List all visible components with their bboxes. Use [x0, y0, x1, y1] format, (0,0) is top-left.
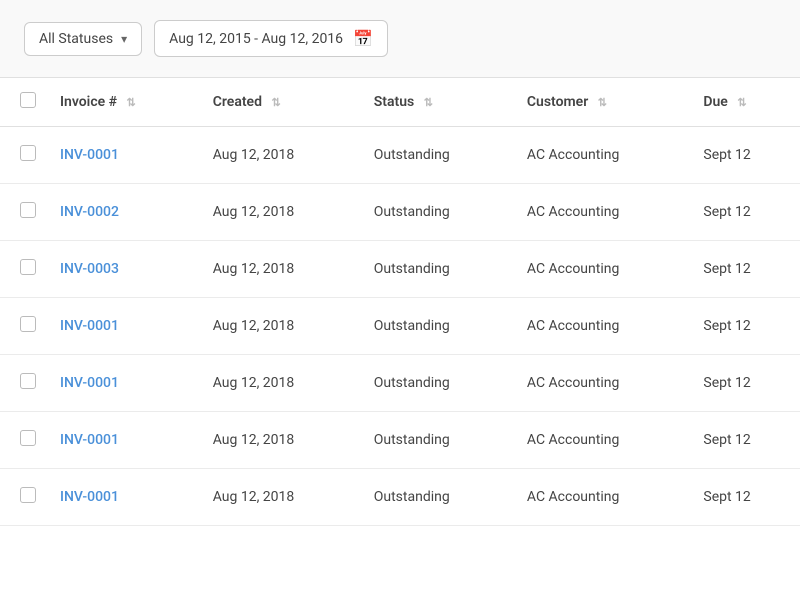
cell-status-2: Outstanding	[358, 241, 511, 298]
table-row: INV-0001 Aug 12, 2018 Outstanding AC Acc…	[0, 469, 800, 526]
sort-icon-invoice: ⇅	[126, 96, 135, 109]
chevron-down-icon: ▾	[121, 32, 127, 46]
cell-customer-3: AC Accounting	[511, 298, 687, 355]
invoices-table: Invoice # ⇅ Created ⇅ Status ⇅ Customer …	[0, 77, 800, 526]
row-checkbox-0[interactable]	[20, 145, 36, 161]
status-dropdown[interactable]: All Statuses ▾	[24, 22, 142, 56]
cell-due-0: Sept 12	[687, 127, 800, 184]
cell-created-5: Aug 12, 2018	[197, 412, 358, 469]
cell-invoice-5: INV-0001	[44, 412, 197, 469]
select-all-checkbox[interactable]	[20, 92, 36, 108]
date-range-label: Aug 12, 2015 - Aug 12, 2016	[169, 31, 343, 47]
row-checkbox-4[interactable]	[20, 373, 36, 389]
cell-customer-1: AC Accounting	[511, 184, 687, 241]
row-checkbox-cell-0	[0, 127, 44, 184]
row-checkbox-1[interactable]	[20, 202, 36, 218]
sort-icon-created: ⇅	[271, 96, 280, 109]
col-header-status[interactable]: Status ⇅	[358, 78, 511, 127]
cell-invoice-4: INV-0001	[44, 355, 197, 412]
row-checkbox-cell-1	[0, 184, 44, 241]
cell-created-4: Aug 12, 2018	[197, 355, 358, 412]
cell-status-6: Outstanding	[358, 469, 511, 526]
cell-due-4: Sept 12	[687, 355, 800, 412]
row-checkbox-cell-4	[0, 355, 44, 412]
sort-icon-status: ⇅	[424, 96, 433, 109]
invoice-link-6[interactable]: INV-0001	[60, 489, 119, 505]
cell-invoice-0: INV-0001	[44, 127, 197, 184]
col-header-due[interactable]: Due ⇅	[687, 78, 800, 127]
cell-status-5: Outstanding	[358, 412, 511, 469]
status-dropdown-label: All Statuses	[39, 31, 113, 47]
calendar-icon: 📅	[353, 29, 373, 48]
invoice-link-2[interactable]: INV-0003	[60, 261, 119, 277]
cell-due-1: Sept 12	[687, 184, 800, 241]
table-row: INV-0002 Aug 12, 2018 Outstanding AC Acc…	[0, 184, 800, 241]
invoice-link-1[interactable]: INV-0002	[60, 204, 119, 220]
cell-created-2: Aug 12, 2018	[197, 241, 358, 298]
cell-due-5: Sept 12	[687, 412, 800, 469]
cell-invoice-2: INV-0003	[44, 241, 197, 298]
col-header-invoice[interactable]: Invoice # ⇅	[44, 78, 197, 127]
cell-customer-2: AC Accounting	[511, 241, 687, 298]
cell-created-3: Aug 12, 2018	[197, 298, 358, 355]
cell-status-0: Outstanding	[358, 127, 511, 184]
col-header-customer[interactable]: Customer ⇅	[511, 78, 687, 127]
table-header-row: Invoice # ⇅ Created ⇅ Status ⇅ Customer …	[0, 78, 800, 127]
cell-status-4: Outstanding	[358, 355, 511, 412]
cell-invoice-1: INV-0002	[44, 184, 197, 241]
table-row: INV-0003 Aug 12, 2018 Outstanding AC Acc…	[0, 241, 800, 298]
row-checkbox-3[interactable]	[20, 316, 36, 332]
row-checkbox-6[interactable]	[20, 487, 36, 503]
cell-created-6: Aug 12, 2018	[197, 469, 358, 526]
row-checkbox-cell-5	[0, 412, 44, 469]
cell-created-1: Aug 12, 2018	[197, 184, 358, 241]
col-header-created[interactable]: Created ⇅	[197, 78, 358, 127]
cell-due-3: Sept 12	[687, 298, 800, 355]
invoice-link-4[interactable]: INV-0001	[60, 375, 119, 391]
cell-due-2: Sept 12	[687, 241, 800, 298]
cell-customer-4: AC Accounting	[511, 355, 687, 412]
table-row: INV-0001 Aug 12, 2018 Outstanding AC Acc…	[0, 127, 800, 184]
table-row: INV-0001 Aug 12, 2018 Outstanding AC Acc…	[0, 298, 800, 355]
table-row: INV-0001 Aug 12, 2018 Outstanding AC Acc…	[0, 412, 800, 469]
invoice-link-5[interactable]: INV-0001	[60, 432, 119, 448]
invoice-link-3[interactable]: INV-0001	[60, 318, 119, 334]
cell-created-0: Aug 12, 2018	[197, 127, 358, 184]
row-checkbox-cell-3	[0, 298, 44, 355]
cell-customer-5: AC Accounting	[511, 412, 687, 469]
cell-invoice-3: INV-0001	[44, 298, 197, 355]
row-checkbox-2[interactable]	[20, 259, 36, 275]
cell-customer-0: AC Accounting	[511, 127, 687, 184]
row-checkbox-cell-2	[0, 241, 44, 298]
date-range-picker[interactable]: Aug 12, 2015 - Aug 12, 2016 📅	[154, 20, 388, 57]
select-all-cell	[0, 78, 44, 127]
row-checkbox-cell-6	[0, 469, 44, 526]
table-row: INV-0001 Aug 12, 2018 Outstanding AC Acc…	[0, 355, 800, 412]
cell-due-6: Sept 12	[687, 469, 800, 526]
toolbar: All Statuses ▾ Aug 12, 2015 - Aug 12, 20…	[0, 0, 800, 77]
main-container: All Statuses ▾ Aug 12, 2015 - Aug 12, 20…	[0, 0, 800, 600]
invoice-link-0[interactable]: INV-0001	[60, 147, 119, 163]
cell-status-1: Outstanding	[358, 184, 511, 241]
row-checkbox-5[interactable]	[20, 430, 36, 446]
cell-customer-6: AC Accounting	[511, 469, 687, 526]
cell-invoice-6: INV-0001	[44, 469, 197, 526]
cell-status-3: Outstanding	[358, 298, 511, 355]
sort-icon-customer: ⇅	[598, 96, 607, 109]
sort-icon-due: ⇅	[737, 96, 746, 109]
